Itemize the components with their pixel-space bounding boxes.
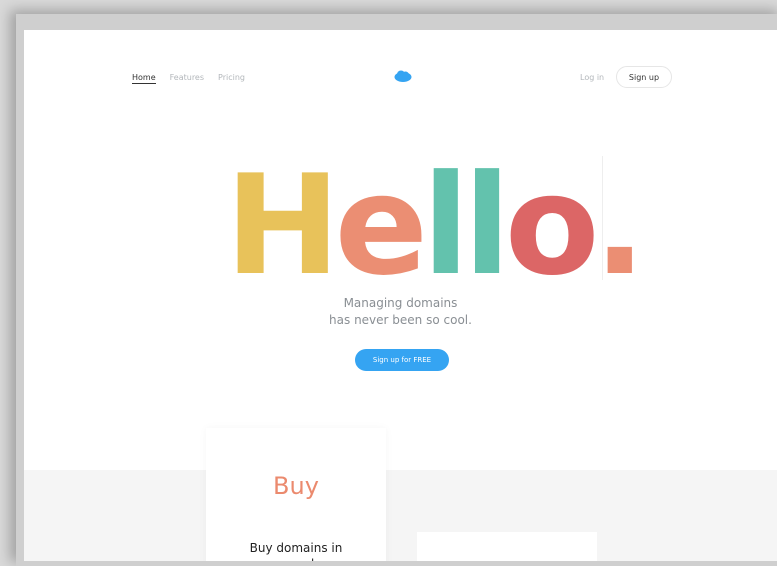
cloud-icon[interactable] — [394, 70, 412, 82]
hero-letter: . — [593, 145, 646, 306]
signup-button[interactable]: Sign up — [616, 66, 672, 88]
hero-letter: e — [334, 145, 429, 306]
feature-card-description: Buy domains in seconds — [206, 540, 386, 561]
hero-heading: H e l l o . — [225, 145, 646, 306]
nav-item-home[interactable]: Home — [132, 73, 156, 84]
nav-item-features[interactable]: Features — [170, 73, 204, 84]
tagline-line-1: Managing domains — [343, 296, 458, 310]
features-band — [24, 470, 777, 561]
feature-desc-line: Buy domains in — [249, 541, 343, 555]
divider — [602, 156, 603, 280]
hero-letter: H — [225, 145, 340, 306]
feature-card-2 — [417, 532, 597, 561]
hero-letter: l — [422, 145, 469, 306]
tagline-line-2: has never been so cool. — [329, 313, 472, 327]
nav-item-pricing[interactable]: Pricing — [218, 73, 245, 84]
feature-desc-line: seconds — [206, 556, 386, 561]
web-page: Home Features Pricing Log in Sign up H e… — [24, 30, 777, 561]
signup-free-button[interactable]: Sign up for FREE — [355, 349, 449, 371]
hero-letter: o — [504, 145, 600, 306]
main-nav: Home Features Pricing — [132, 73, 245, 84]
feature-card-title: Buy — [273, 472, 319, 500]
feature-card-buy: Buy Buy domains in seconds — [206, 428, 386, 561]
login-link[interactable]: Log in — [580, 73, 604, 82]
hero-letter: l — [463, 145, 510, 306]
